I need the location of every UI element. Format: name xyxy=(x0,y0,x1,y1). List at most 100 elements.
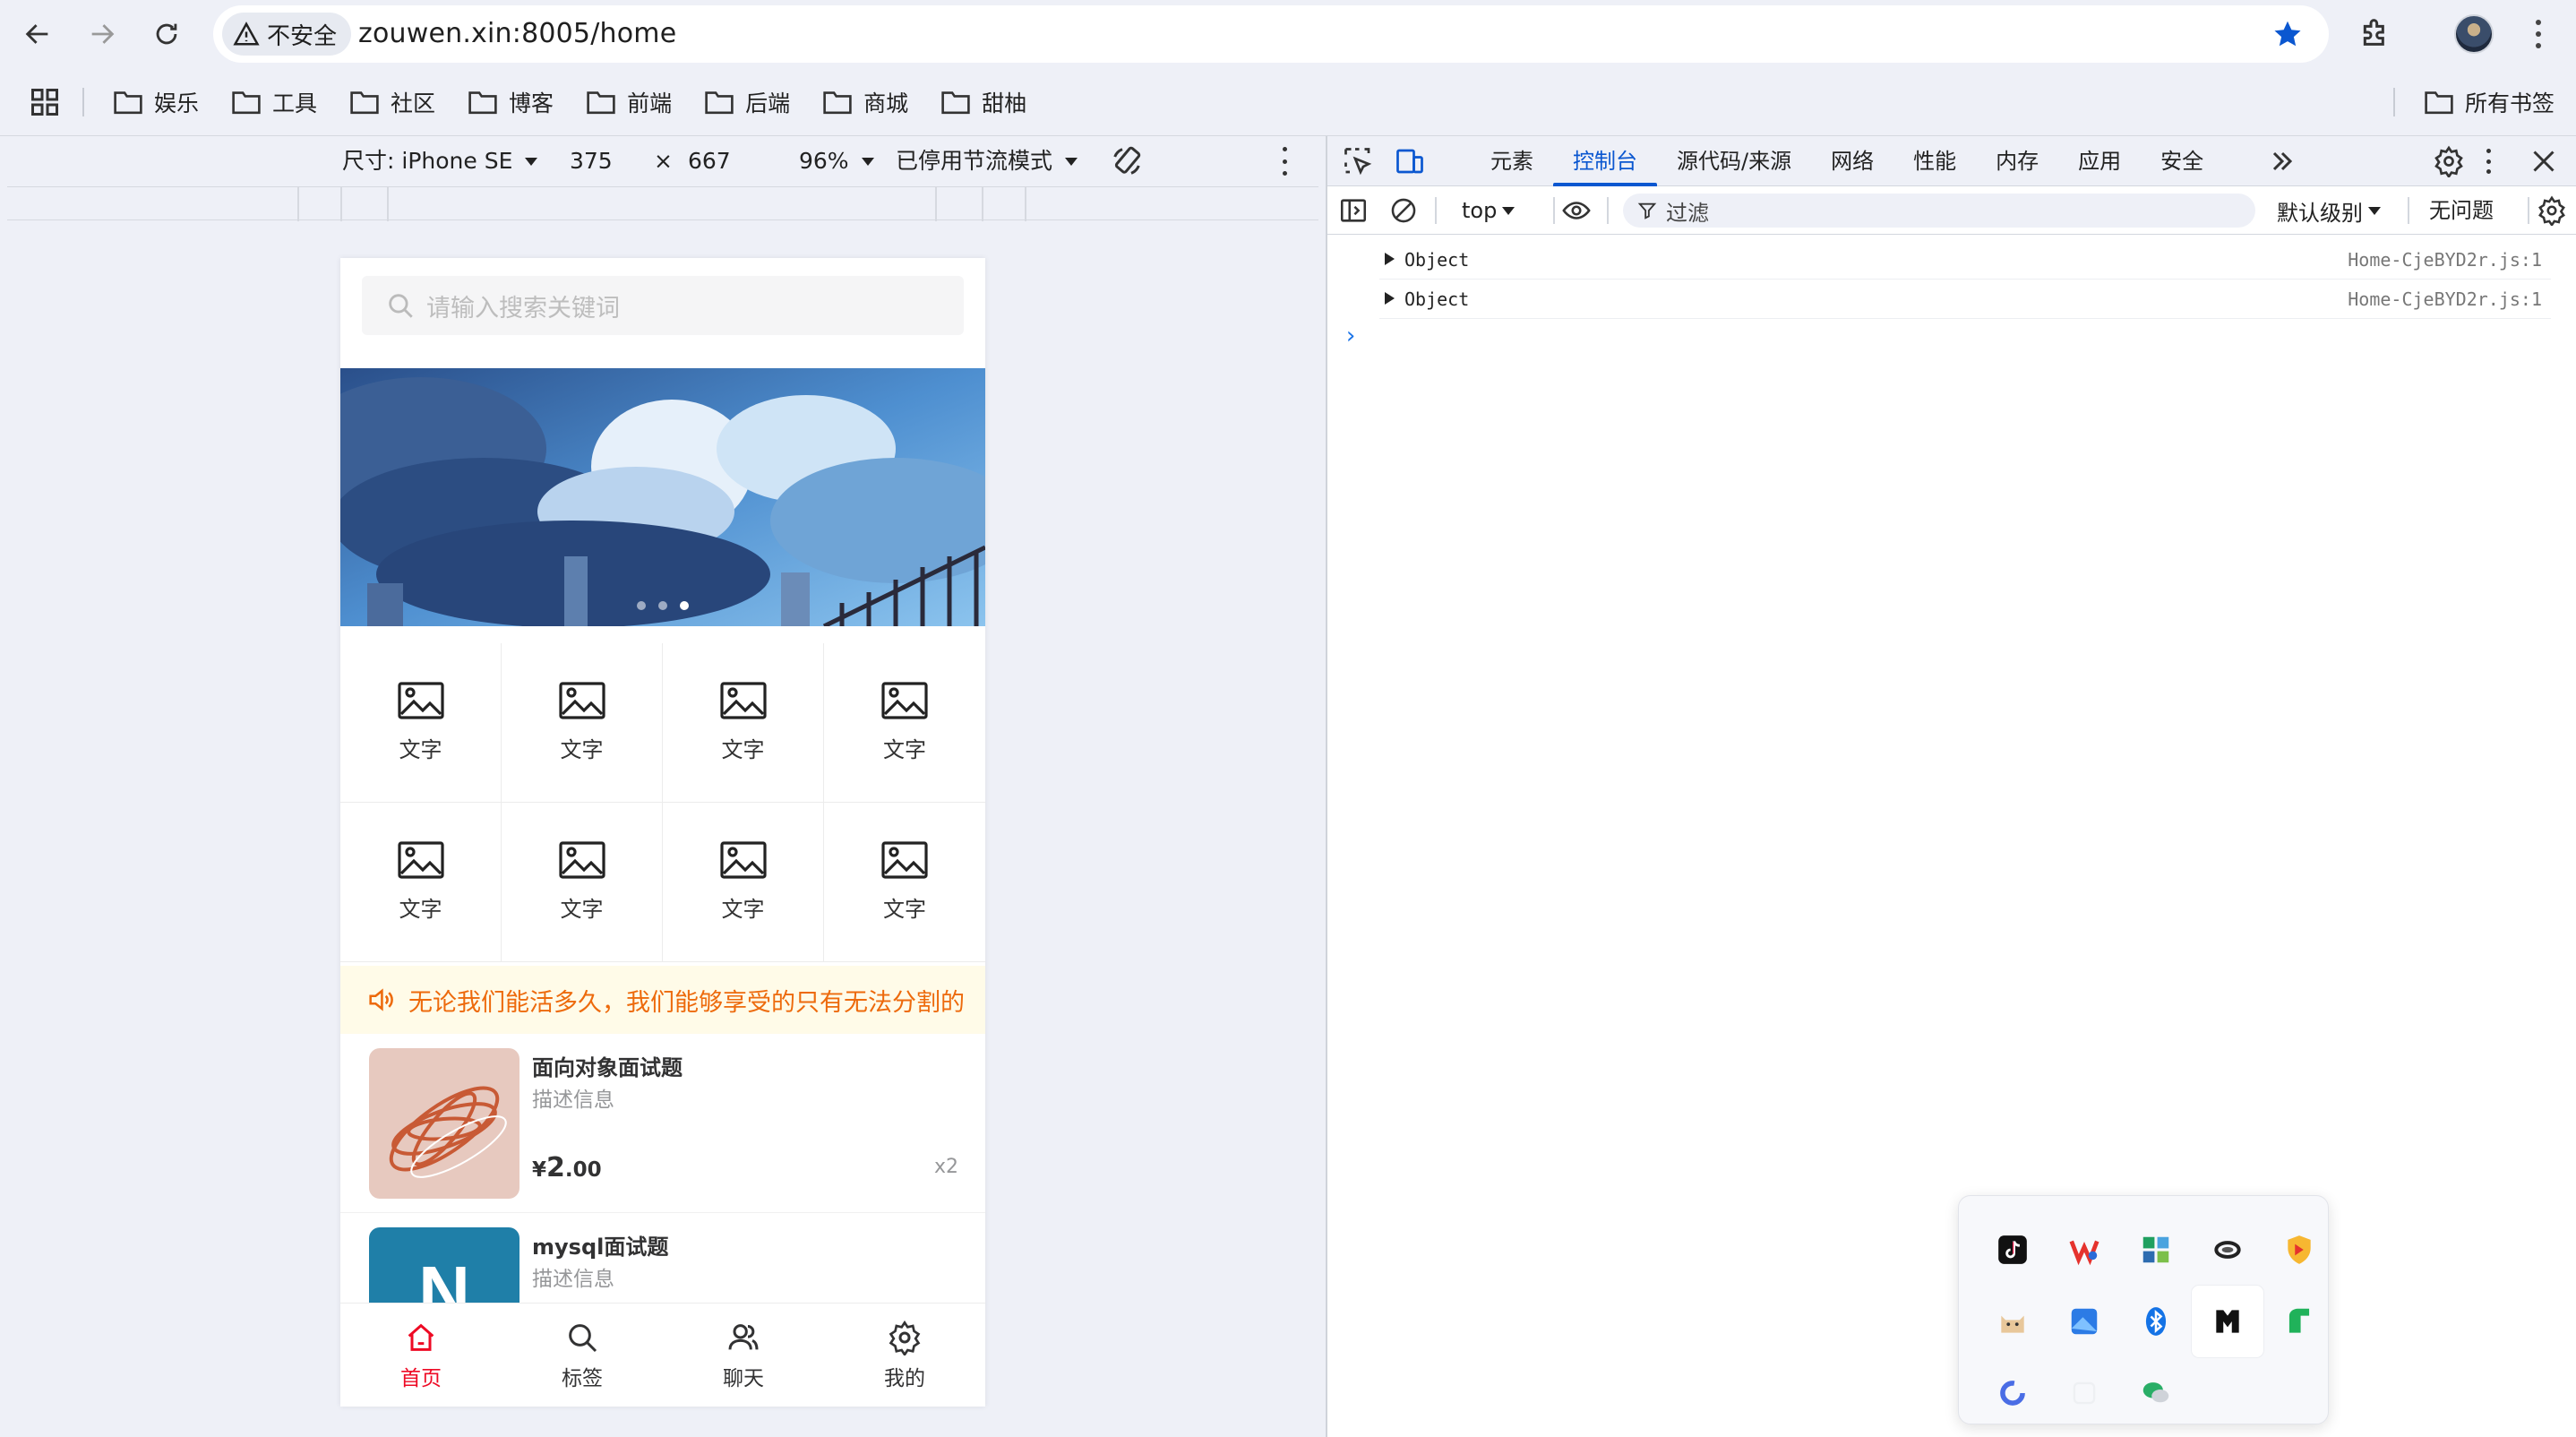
tray-item[interactable] xyxy=(2263,1286,2335,1357)
expand-triangle-icon[interactable] xyxy=(1385,253,1395,265)
grid-item[interactable]: 文字 xyxy=(663,803,824,962)
device-toolbar-menu-button[interactable] xyxy=(1279,147,1290,176)
bookmark-folder[interactable]: 甜柚 xyxy=(940,86,1026,118)
banner-dot[interactable] xyxy=(658,601,667,610)
tray-item[interactable] xyxy=(2048,1286,2120,1357)
tray-item[interactable] xyxy=(1977,1286,2048,1357)
grid-item-label: 文字 xyxy=(560,897,604,922)
tab-label: 标签 xyxy=(562,1366,603,1390)
device-select[interactable]: 尺寸: iPhone SE xyxy=(342,136,538,186)
log-level-select[interactable]: 默认级别 xyxy=(2277,186,2381,235)
bookmark-folder[interactable]: 社区 xyxy=(349,86,435,118)
tab-friends[interactable]: 聊天 xyxy=(663,1304,824,1407)
all-bookmarks-button[interactable]: 所有书签 xyxy=(2424,68,2555,136)
tray-item[interactable] xyxy=(1977,1214,2048,1286)
notice-bar[interactable]: 无论我们能活多久，我们能够享受的只有无法分割的 xyxy=(340,966,985,1034)
console-filter-input[interactable]: 过滤 xyxy=(1623,194,2255,228)
grid-item[interactable]: 文字 xyxy=(824,643,985,803)
wps-icon xyxy=(2069,1240,2099,1266)
bookmark-folder[interactable]: 博客 xyxy=(468,86,554,118)
log-source-link[interactable]: Home-CjeBYD2r.js:1 xyxy=(2348,280,2542,319)
expand-triangle-icon[interactable] xyxy=(1385,292,1395,305)
image-icon xyxy=(881,682,928,719)
bluetooth-icon xyxy=(2145,1307,2167,1336)
browser-menu-button[interactable] xyxy=(2528,16,2549,52)
console-settings-icon[interactable] xyxy=(2537,195,2567,226)
caret-down-icon xyxy=(1502,206,1516,215)
devtools-menu-button[interactable] xyxy=(2483,145,2494,177)
settings-gear-icon[interactable] xyxy=(2433,145,2465,177)
inspect-element-icon[interactable] xyxy=(1342,145,1374,177)
apps-grid-icon[interactable] xyxy=(29,86,61,118)
profile-avatar[interactable] xyxy=(2454,14,2494,54)
tab-search[interactable]: 标签 xyxy=(502,1304,663,1407)
caret-down-icon xyxy=(861,157,874,166)
rotate-icon[interactable] xyxy=(1109,143,1145,179)
tab-setting[interactable]: 我的 xyxy=(824,1304,985,1407)
bookmark-folder[interactable]: 前端 xyxy=(586,86,672,118)
banner-dot[interactable] xyxy=(680,601,689,610)
clear-console-icon[interactable] xyxy=(1388,195,1419,226)
console-prompt[interactable]: › xyxy=(1344,323,1358,349)
banner-swipe[interactable] xyxy=(340,368,985,626)
sidebar-toggle-icon[interactable] xyxy=(1338,195,1369,226)
width-input[interactable]: 375 xyxy=(570,136,613,186)
context-select[interactable]: top xyxy=(1462,186,1516,235)
bookmark-star-icon[interactable] xyxy=(2271,18,2304,50)
close-icon[interactable] xyxy=(2528,145,2560,177)
folder-icon xyxy=(468,91,497,115)
throttle-select[interactable]: 已停用节流模式 xyxy=(896,136,1078,186)
tray-item[interactable] xyxy=(2120,1214,2192,1286)
tray-item[interactable] xyxy=(2120,1357,2192,1429)
security-chip[interactable]: 不安全 xyxy=(222,13,352,56)
console-log-row[interactable]: Object Home-CjeBYD2r.js:1 xyxy=(1379,240,2551,280)
media-query-ruler[interactable] xyxy=(7,186,1318,221)
zoom-select[interactable]: 96% xyxy=(799,136,874,186)
eye-icon[interactable] xyxy=(1558,195,1594,226)
tray-item[interactable] xyxy=(1977,1357,2048,1429)
back-button[interactable] xyxy=(16,13,59,56)
more-tabs-icon[interactable] xyxy=(2266,145,2298,177)
url-text[interactable]: zouwen.xin:8005/home xyxy=(358,5,676,63)
devtools-tab[interactable]: 应用 xyxy=(2058,136,2141,186)
tray-item[interactable] xyxy=(2048,1357,2120,1429)
grid-item[interactable]: 文字 xyxy=(824,803,985,962)
devtools-tab[interactable]: 元素 xyxy=(1471,136,1553,186)
grid-item[interactable]: 文字 xyxy=(340,803,502,962)
devtools-tab[interactable]: 控制台 xyxy=(1553,136,1657,186)
devtools-tab[interactable]: 源代码/来源 xyxy=(1657,136,1811,186)
devtools-tab[interactable]: 安全 xyxy=(2141,136,2223,186)
tray-item[interactable] xyxy=(2192,1286,2263,1357)
bookmark-folder[interactable]: 后端 xyxy=(704,86,790,118)
product-card[interactable]: 面向对象面试题 描述信息 ¥2.00 x2 xyxy=(340,1034,985,1213)
toolbar-divider xyxy=(1435,197,1437,224)
browser-toolbar: 不安全 zouwen.xin:8005/home xyxy=(0,0,2576,68)
console-log-row[interactable]: Object Home-CjeBYD2r.js:1 xyxy=(1379,280,2551,319)
bookmark-folder[interactable]: 娱乐 xyxy=(113,86,199,118)
devtools-tab[interactable]: 网络 xyxy=(1811,136,1893,186)
tray-item[interactable] xyxy=(2048,1214,2120,1286)
device-toggle-icon[interactable] xyxy=(1394,145,1426,177)
reload-button[interactable] xyxy=(145,13,188,56)
grid-item[interactable]: 文字 xyxy=(502,803,663,962)
tray-item[interactable] xyxy=(2263,1214,2335,1286)
address-bar[interactable]: 不安全 zouwen.xin:8005/home xyxy=(213,5,2329,63)
tray-item[interactable] xyxy=(2192,1214,2263,1286)
issues-button[interactable]: 无问题 xyxy=(2429,186,2494,235)
bookmark-folder[interactable]: 工具 xyxy=(231,86,317,118)
forward-button[interactable] xyxy=(81,13,124,56)
grid-item[interactable]: 文字 xyxy=(502,643,663,803)
extensions-icon[interactable] xyxy=(2357,14,2393,50)
devtools-tab[interactable]: 内存 xyxy=(1976,136,2058,186)
bookmark-label: 社区 xyxy=(391,90,436,116)
devtools-tab[interactable]: 性能 xyxy=(1893,136,1976,186)
tray-item[interactable] xyxy=(2120,1286,2192,1357)
grid-item[interactable]: 文字 xyxy=(663,643,824,803)
grid-item[interactable]: 文字 xyxy=(340,643,502,803)
log-source-link[interactable]: Home-CjeBYD2r.js:1 xyxy=(2348,240,2542,280)
bookmark-folder[interactable]: 商城 xyxy=(822,86,908,118)
search-input[interactable]: 请输入搜索关键词 xyxy=(362,276,964,335)
tab-home[interactable]: 首页 xyxy=(340,1304,502,1407)
banner-dot[interactable] xyxy=(637,601,646,610)
height-input[interactable]: 667 xyxy=(688,136,731,186)
